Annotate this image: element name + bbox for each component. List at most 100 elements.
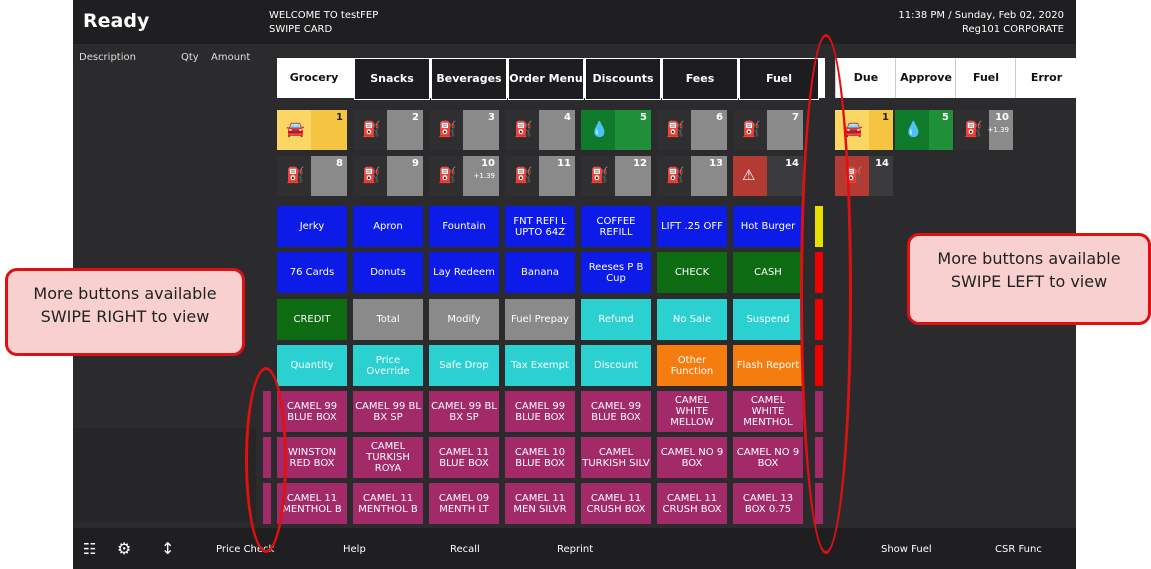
item-button[interactable]: CHECK xyxy=(657,252,727,293)
item-button[interactable]: Tax Exempt xyxy=(505,345,575,386)
item-button[interactable]: Lay Redeem xyxy=(429,252,499,293)
item-button[interactable]: CAMEL 11 BLUE BOX xyxy=(429,437,499,478)
fuel-pump-icon: ⛽ xyxy=(514,120,533,138)
item-button[interactable]: CAMEL 99 BLUE BOX xyxy=(581,391,651,432)
item-button[interactable]: Fuel Prepay xyxy=(505,299,575,340)
settings-gear-icon[interactable]: ⚙ xyxy=(117,539,131,558)
item-button[interactable]: Donuts xyxy=(353,252,423,293)
item-button[interactable]: CAMEL 99 BLUE BOX xyxy=(505,391,575,432)
status-tab-approve[interactable]: Approve xyxy=(895,58,956,98)
item-button[interactable]: No Sale xyxy=(657,299,727,340)
item-button[interactable]: COFFEE REFILL xyxy=(581,206,651,247)
grid-menu-icon[interactable]: ☷ xyxy=(83,540,96,558)
item-button[interactable]: CAMEL WHITE MELLOW xyxy=(657,391,727,432)
item-button[interactable]: Hot Burger xyxy=(733,206,803,247)
item-button[interactable]: Reeses P B Cup xyxy=(581,252,651,293)
item-button[interactable]: CAMEL 99 BL BX SP xyxy=(429,391,499,432)
pump-number: 5 xyxy=(942,112,949,123)
item-button[interactable]: CAMEL 99 BLUE BOX xyxy=(277,391,347,432)
pump-button-6[interactable]: ⛽ 6 xyxy=(657,110,727,150)
item-button[interactable]: Safe Drop xyxy=(429,345,499,386)
pump-button-2[interactable]: ⛽ 2 xyxy=(353,110,423,150)
pump-button-1[interactable]: 🚘 1 xyxy=(277,110,347,150)
prompt-text: SWIPE CARD xyxy=(269,24,333,35)
tab-grocery[interactable]: Grocery xyxy=(277,58,351,98)
tab-fuel[interactable]: Fuel xyxy=(739,58,819,100)
item-button[interactable]: FNT REFI L UPTO 64Z xyxy=(505,206,575,247)
status-pump-10[interactable]: ⛽ 10 +1.39 xyxy=(955,110,1013,150)
pump-button-5[interactable]: 💧 5 xyxy=(581,110,651,150)
tab-order-menu[interactable]: Order Menu xyxy=(508,58,584,100)
item-button[interactable]: CAMEL 10 BLUE BOX xyxy=(505,437,575,478)
tab-snacks[interactable]: Snacks xyxy=(354,58,430,100)
fuel-pump-icon: ⛽ xyxy=(964,120,983,138)
item-button[interactable]: Fountain xyxy=(429,206,499,247)
pump-price-change: +1.39 xyxy=(473,172,495,180)
reprint-button[interactable]: Reprint xyxy=(557,544,593,555)
item-button[interactable]: CAMEL 99 BL BX SP xyxy=(353,391,423,432)
help-button[interactable]: Help xyxy=(343,544,366,555)
item-button[interactable]: CREDIT xyxy=(277,299,347,340)
status-tab-due[interactable]: Due xyxy=(835,58,896,98)
item-button[interactable]: Suspend xyxy=(733,299,803,340)
item-button[interactable]: Discount xyxy=(581,345,651,386)
bottom-bar: ☷ ⚙ ↕ Price Check Help Recall Reprint Sh… xyxy=(73,528,1076,569)
pump-button-13[interactable]: ⛽ 13 xyxy=(657,156,727,196)
item-button[interactable]: Flash Report xyxy=(733,345,803,386)
status-pump-5[interactable]: 💧 5 xyxy=(895,110,953,150)
item-button[interactable]: CAMEL 11 CRUSH BOX xyxy=(581,483,651,524)
item-button[interactable]: Jerky xyxy=(277,206,347,247)
item-button[interactable]: CAMEL 09 MENTH LT xyxy=(429,483,499,524)
item-button[interactable]: CAMEL 11 MEN SILVR xyxy=(505,483,575,524)
item-button[interactable]: CAMEL 13 BOX 0.75 xyxy=(733,483,803,524)
pump-number: 6 xyxy=(716,112,723,123)
item-button[interactable]: Apron xyxy=(353,206,423,247)
item-button[interactable]: Price Override xyxy=(353,345,423,386)
item-button[interactable]: Refund xyxy=(581,299,651,340)
item-button[interactable]: WINSTON RED BOX xyxy=(277,437,347,478)
status-title: Ready xyxy=(83,10,150,32)
pump-number: 2 xyxy=(412,112,419,123)
item-button[interactable]: Quantity xyxy=(277,345,347,386)
pump-button-8[interactable]: ⛽ 8 xyxy=(277,156,347,196)
pump-button-11[interactable]: ⛽ 11 xyxy=(505,156,575,196)
item-button[interactable]: CAMEL WHITE MENTHOL xyxy=(733,391,803,432)
csr-func-button[interactable]: CSR Func xyxy=(995,544,1042,555)
fuel-drop-icon: 💧 xyxy=(904,120,923,138)
item-button[interactable]: Other Function xyxy=(657,345,727,386)
fuel-pump-icon: ⛽ xyxy=(362,120,381,138)
resize-arrows-icon[interactable]: ↕ xyxy=(161,539,174,558)
pump-button-7[interactable]: ⛽ 7 xyxy=(733,110,803,150)
item-button[interactable]: CAMEL NO 9 BOX xyxy=(657,437,727,478)
pump-button-10[interactable]: ⛽ 10 +1.39 xyxy=(429,156,499,196)
item-button[interactable]: CAMEL 11 CRUSH BOX xyxy=(657,483,727,524)
item-button[interactable]: CAMEL NO 9 BOX xyxy=(733,437,803,478)
item-button[interactable]: CAMEL TURKISH SILV xyxy=(581,437,651,478)
status-tab-fuel[interactable]: Fuel xyxy=(955,58,1016,98)
show-fuel-button[interactable]: Show Fuel xyxy=(881,544,932,555)
pump-number: 1 xyxy=(882,112,889,123)
fuel-pump-icon: ⛽ xyxy=(286,166,305,184)
status-tab-error[interactable]: Error xyxy=(1015,58,1076,98)
car-icon: 🚘 xyxy=(286,120,305,138)
item-button[interactable]: 76 Cards xyxy=(277,252,347,293)
pump-number: 13 xyxy=(709,158,723,169)
item-button[interactable]: LIFT .25 OFF xyxy=(657,206,727,247)
item-button[interactable]: CAMEL 11 MENTHOL B xyxy=(277,483,347,524)
item-button[interactable]: CAMEL 11 MENTHOL B xyxy=(353,483,423,524)
item-button[interactable]: Modify xyxy=(429,299,499,340)
item-button[interactable]: Total xyxy=(353,299,423,340)
item-button[interactable]: CASH xyxy=(733,252,803,293)
item-button[interactable]: Banana xyxy=(505,252,575,293)
recall-button[interactable]: Recall xyxy=(450,544,480,555)
tab-beverages[interactable]: Beverages xyxy=(431,58,507,100)
tab-discounts[interactable]: Discounts xyxy=(585,58,661,100)
pump-button-14[interactable]: ⚠ 14 xyxy=(733,156,803,196)
pump-button-12[interactable]: ⛽ 12 xyxy=(581,156,651,196)
pump-button-9[interactable]: ⛽ 9 xyxy=(353,156,423,196)
pump-number: 4 xyxy=(564,112,571,123)
pump-button-4[interactable]: ⛽ 4 xyxy=(505,110,575,150)
item-button[interactable]: CAMEL TURKISH ROYA xyxy=(353,437,423,478)
tab-fees[interactable]: Fees xyxy=(662,58,738,100)
pump-button-3[interactable]: ⛽ 3 xyxy=(429,110,499,150)
